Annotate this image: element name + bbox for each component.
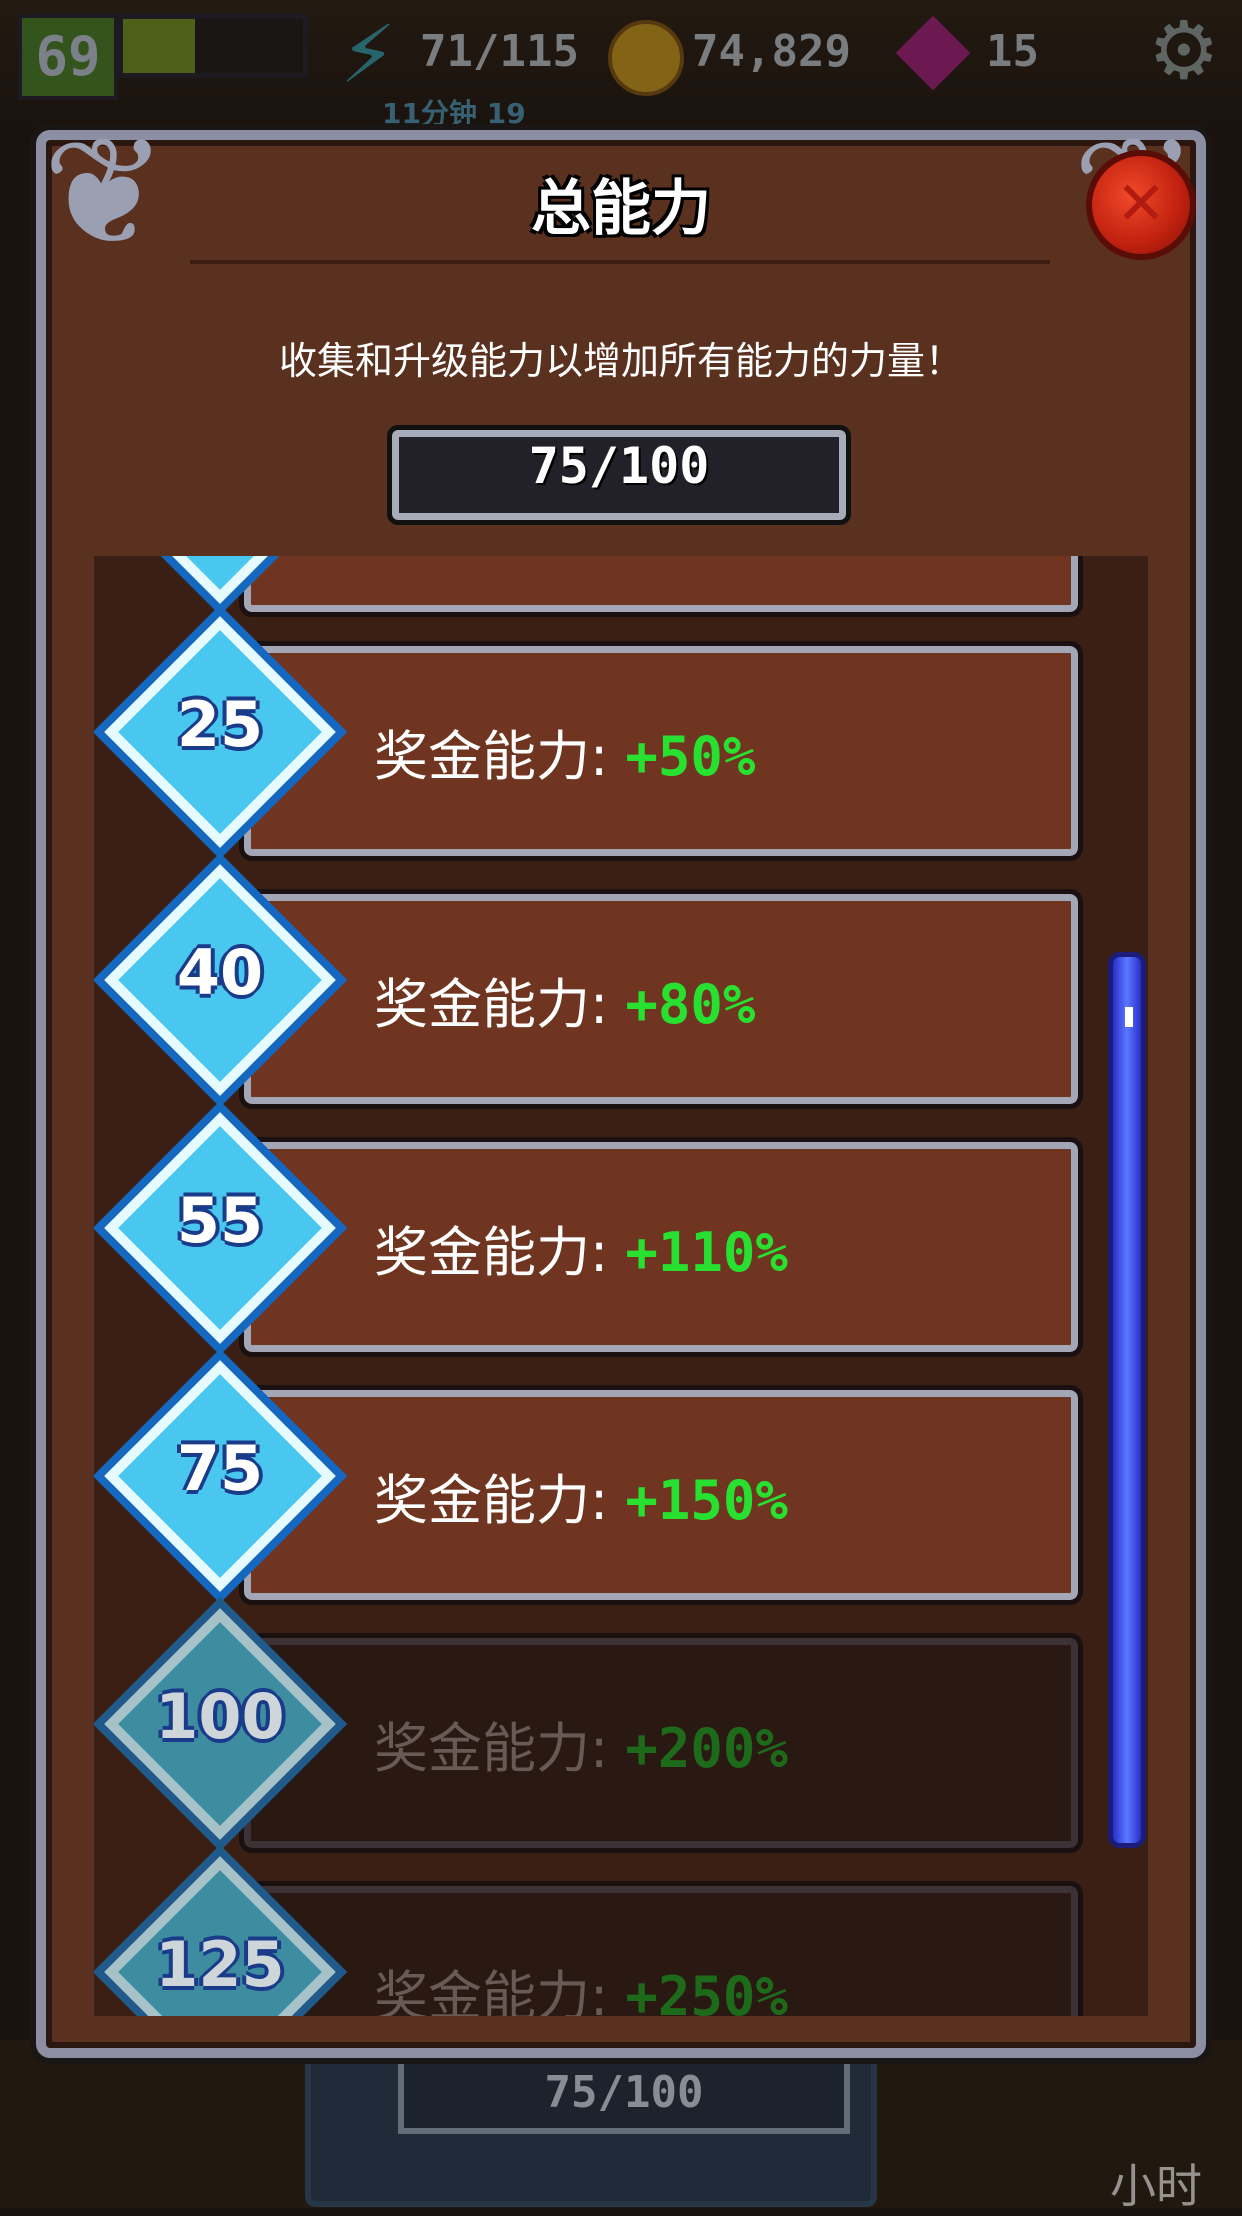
tier-number: 55 [176,1184,264,1257]
list-item: 55 奖金能力: +110% [94,1100,1084,1357]
power-progress: 75/100 [387,425,851,525]
gear-icon[interactable]: ⚙ [1148,6,1220,96]
gem-icon [895,15,971,91]
bonus-value: +150% [625,1469,788,1532]
power-progress-text: 75/100 [528,437,710,495]
bonus-value: +200% [625,1717,788,1780]
tier-number: 75 [176,1432,264,1505]
tier-badge: 75 [94,1348,348,1616]
close-button[interactable]: ✕ [1086,150,1196,260]
tier-number: 100 [155,1680,285,1753]
diamond-icon [94,556,348,616]
tier-badge: 100 [94,1596,348,1864]
list-item-locked: 100 奖金能力: +200% [94,1596,1084,1853]
bonus-value: +110% [625,1221,788,1284]
tier-badge: 55 [94,1100,348,1368]
xp-bar [118,14,308,78]
bonus-label: 奖金能力: +110% [374,1208,788,1287]
bonus-label-text: 奖金能力: [374,1717,609,1780]
bonus-label: 奖金能力: +80% [374,960,755,1039]
close-icon: ✕ [1115,169,1167,239]
bonus-label-text: 奖金能力: [374,1965,609,2016]
bonus-label: 奖金能力: +250% [374,1952,788,2016]
background-counter: 75/100 [398,2052,850,2134]
bonus-label-text: 奖金能力: [374,1221,609,1284]
list-item: 40 奖金能力: +80% [94,852,1084,1109]
bonus-label-text: 奖金能力: [374,725,609,788]
hours-label: 小时 [1110,2159,1202,2213]
bonus-value: +50% [625,725,756,788]
tier-number: 125 [155,1928,285,2001]
list-item [94,556,1084,617]
lightning-icon: ⚡ [340,8,397,101]
player-level: 69 [18,14,118,100]
bonus-value: +80% [625,973,756,1036]
tier-badge: 25 [94,604,348,872]
row-panel [239,556,1083,617]
bonus-value: +250% [625,1965,788,2016]
bonus-label: 奖金能力: +50% [374,712,755,791]
bonus-label-text: 奖金能力: [374,973,609,1036]
energy-timer: 11分钟 19 [382,97,526,130]
coin-counter: 74,829 [692,26,851,77]
tier-list[interactable]: 25 奖金能力: +50% 40 奖金能力: +80% 55 奖金能力: +11… [94,556,1148,2016]
gem-counter: 15 [986,26,1039,77]
xp-bar-fill [123,19,195,73]
bonus-label: 奖金能力: +200% [374,1704,788,1783]
top-hud: 69 ⚡ 71/115 74,829 15 ⚙ 11分钟 19 [0,0,1242,130]
list-item: 25 奖金能力: +50% [94,604,1084,861]
energy-counter: 71/115 [420,26,579,77]
bonus-label-text: 奖金能力: [374,1469,609,1532]
tier-badge: 40 [94,852,348,1120]
tier-badge: 125 [94,1844,348,2016]
list-item-locked: 125 奖金能力: +250% [94,1844,1084,2016]
tier-number: 40 [176,936,264,1009]
dialog-subtitle: 收集和升级能力以增加所有能力的力量！ [278,339,963,383]
list-scrollbar[interactable] [1108,952,1146,1848]
bonus-label: 奖金能力: +150% [374,1456,788,1535]
tier-number: 25 [176,688,264,761]
dialog-title: 总能力 [531,174,711,244]
scroll-thumb[interactable] [1125,1007,1133,1027]
list-item: 75 奖金能力: +150% [94,1348,1084,1605]
tier-badge [94,556,348,628]
coin-icon [608,20,684,96]
